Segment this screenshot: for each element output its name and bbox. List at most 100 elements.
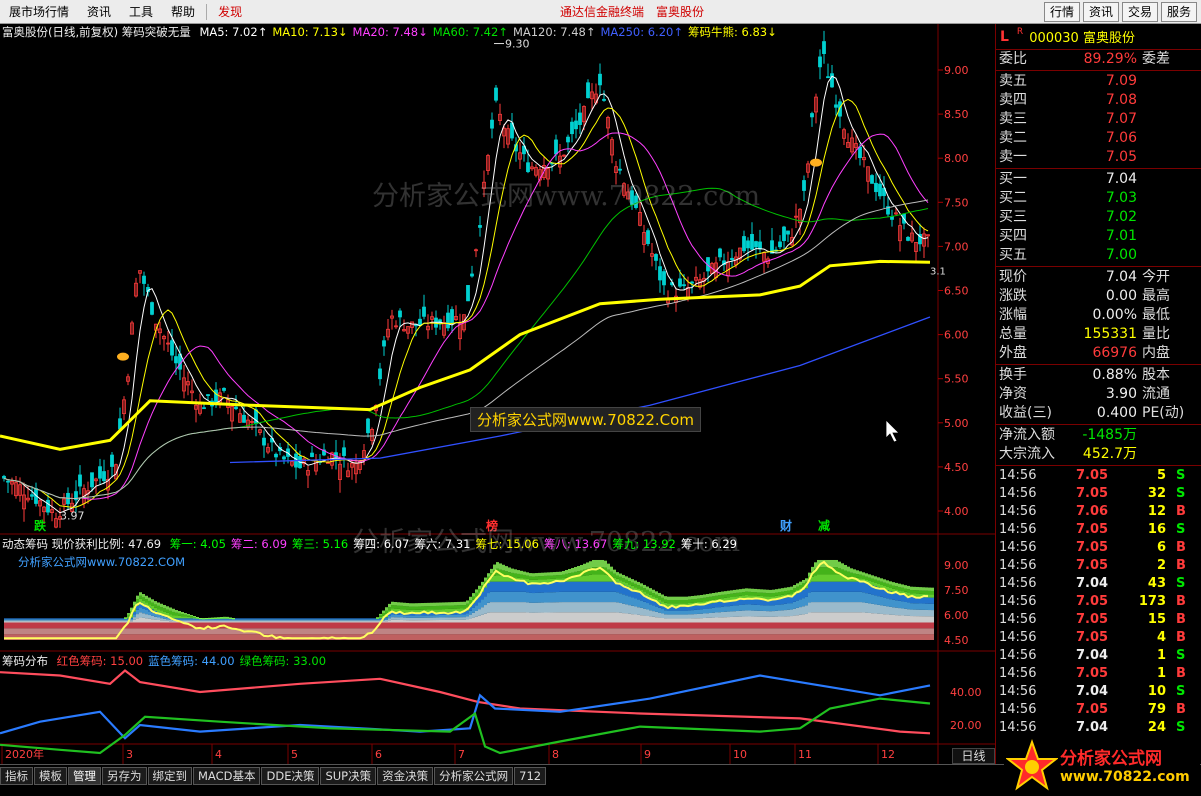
chip-band-low bbox=[733, 628, 736, 635]
menu-tools[interactable]: 工具 bbox=[120, 0, 162, 24]
chip-band-low bbox=[349, 622, 352, 629]
chip-band-mid bbox=[106, 621, 109, 623]
chip-band-low bbox=[661, 622, 664, 629]
chip-band-mid bbox=[508, 581, 511, 592]
chip-band-low bbox=[892, 622, 895, 629]
news-button[interactable]: 资讯 bbox=[1082, 2, 1119, 22]
bottom-tab-2[interactable]: 管理 bbox=[68, 767, 101, 785]
candle-body bbox=[174, 356, 178, 364]
bottom-tab-6[interactable]: DDE决策 bbox=[261, 767, 320, 785]
menu-discover[interactable]: 发现 bbox=[209, 0, 251, 24]
stock-code-name[interactable]: 000030 富奥股份 bbox=[1029, 27, 1135, 46]
chip-value-6: 筹八: 13.67 bbox=[543, 537, 608, 551]
chip-band-mid bbox=[628, 596, 631, 606]
candle-body bbox=[754, 241, 758, 248]
chip-band-mid bbox=[373, 621, 376, 623]
chip-band-mid bbox=[355, 619, 358, 621]
chip-band-mid bbox=[49, 618, 52, 620]
candle-body bbox=[378, 368, 382, 380]
menu-help[interactable]: 帮助 bbox=[162, 0, 204, 24]
chip-band-mid bbox=[400, 619, 403, 623]
bottom-tab-4[interactable]: 绑定到 bbox=[147, 767, 192, 785]
period-selector[interactable]: 日线 bbox=[952, 748, 995, 764]
chip-band-low bbox=[751, 622, 754, 629]
candle-body bbox=[746, 240, 750, 249]
chip-values: 筹一: 4.05 筹二: 6.09 筹三: 5.16 筹四: 6.07 筹六: 7.31… bbox=[170, 537, 742, 551]
chip-band-low bbox=[919, 634, 922, 640]
bottom-tab-8[interactable]: 资金决策 bbox=[377, 767, 434, 785]
candle-body bbox=[202, 407, 206, 410]
chip-band-mid bbox=[256, 620, 259, 622]
chip-band-mid bbox=[421, 620, 424, 623]
chip-band-high bbox=[148, 597, 151, 601]
chip-band-mid bbox=[532, 593, 535, 603]
chip-band-mid bbox=[421, 617, 424, 621]
chip-band-low bbox=[466, 622, 469, 629]
kline-chart-area[interactable]: 9.00 8.50 8.00 7.50 7.00 6.50 6.00 5.50 5.00 4.50… bbox=[0, 24, 995, 764]
chip-band-low bbox=[73, 622, 76, 629]
bottom-tab-3[interactable]: 另存为 bbox=[102, 767, 147, 785]
chip-band-high bbox=[451, 605, 454, 609]
chip-band-mid bbox=[256, 618, 259, 620]
chip-band-mid bbox=[793, 608, 796, 616]
chip-band-low bbox=[136, 622, 139, 629]
chip-band-mid bbox=[802, 614, 805, 623]
menu-news[interactable]: 资讯 bbox=[78, 0, 120, 24]
bottom-tab-5[interactable]: MACD基本 bbox=[193, 767, 261, 785]
chip-band-low bbox=[40, 622, 43, 629]
chip-band-high bbox=[910, 589, 913, 594]
chip-band-high bbox=[850, 572, 853, 578]
chip-band-low bbox=[61, 628, 64, 635]
chip-band-low bbox=[469, 634, 472, 640]
chip-band-mid bbox=[607, 602, 610, 613]
chip-band-low bbox=[541, 634, 544, 640]
chip-band-low bbox=[895, 622, 898, 629]
trade-side: S bbox=[1176, 576, 1186, 591]
chip-band-low bbox=[604, 622, 607, 629]
chip-band-low bbox=[592, 622, 595, 629]
bottom-tab-7[interactable]: SUP决策 bbox=[320, 767, 377, 785]
service-button[interactable]: 服务 bbox=[1160, 2, 1197, 22]
chip-band-high bbox=[892, 585, 895, 589]
chip-band-mid bbox=[574, 612, 577, 623]
chip-band-high bbox=[676, 596, 679, 600]
chip-band-high bbox=[478, 585, 481, 590]
quote-button[interactable]: 行情 bbox=[1043, 2, 1080, 22]
chip-band-mid bbox=[112, 620, 115, 622]
chip-band-mid bbox=[64, 618, 67, 620]
chip-band-low bbox=[604, 628, 607, 635]
chip-band-low bbox=[391, 634, 394, 640]
chip-band-low bbox=[352, 622, 355, 629]
chip-band-mid bbox=[739, 604, 742, 611]
bottom-tab-1[interactable]: 模板 bbox=[34, 767, 67, 785]
chip-band-mid bbox=[517, 612, 520, 623]
chip-band-mid bbox=[313, 620, 316, 622]
chip-band-mid bbox=[733, 611, 736, 617]
tick-trade-list[interactable]: 14:56 7.05 5 S 14:56 7.05 32 S 14:56 7.06 12 B 14:56… bbox=[996, 467, 1201, 737]
bottom-tab-10[interactable]: 712 bbox=[514, 767, 547, 785]
chip-band-low bbox=[913, 628, 916, 635]
chip-band-low bbox=[175, 628, 178, 635]
chip-band-mid bbox=[25, 618, 28, 620]
chip-band-high bbox=[829, 574, 832, 582]
menu-market[interactable]: 展市场行情 bbox=[0, 0, 78, 24]
chip-band-low bbox=[793, 628, 796, 635]
chip-band-high bbox=[499, 563, 502, 570]
chip-band-low bbox=[502, 622, 505, 629]
bottom-tab-0[interactable]: 指标 bbox=[0, 767, 33, 785]
chip-band-low bbox=[472, 634, 475, 640]
chip-band-mid bbox=[181, 618, 184, 620]
chip-band-low bbox=[781, 634, 784, 640]
chip-band-mid bbox=[415, 615, 418, 618]
trade-side: S bbox=[1176, 486, 1186, 501]
chip-band-mid bbox=[364, 619, 367, 621]
chip-band-high bbox=[733, 593, 736, 597]
chip-band-mid bbox=[85, 621, 88, 623]
chip-band-mid bbox=[280, 621, 283, 623]
chip-value-8: 筹十: 6.29 bbox=[680, 537, 737, 551]
bottom-tab-9[interactable]: 分析家公式网 bbox=[434, 767, 514, 785]
chip-band-mid bbox=[724, 606, 727, 612]
chip-band-low bbox=[787, 628, 790, 635]
trade-button[interactable]: 交易 bbox=[1121, 2, 1158, 22]
chip-band-high bbox=[406, 602, 409, 607]
